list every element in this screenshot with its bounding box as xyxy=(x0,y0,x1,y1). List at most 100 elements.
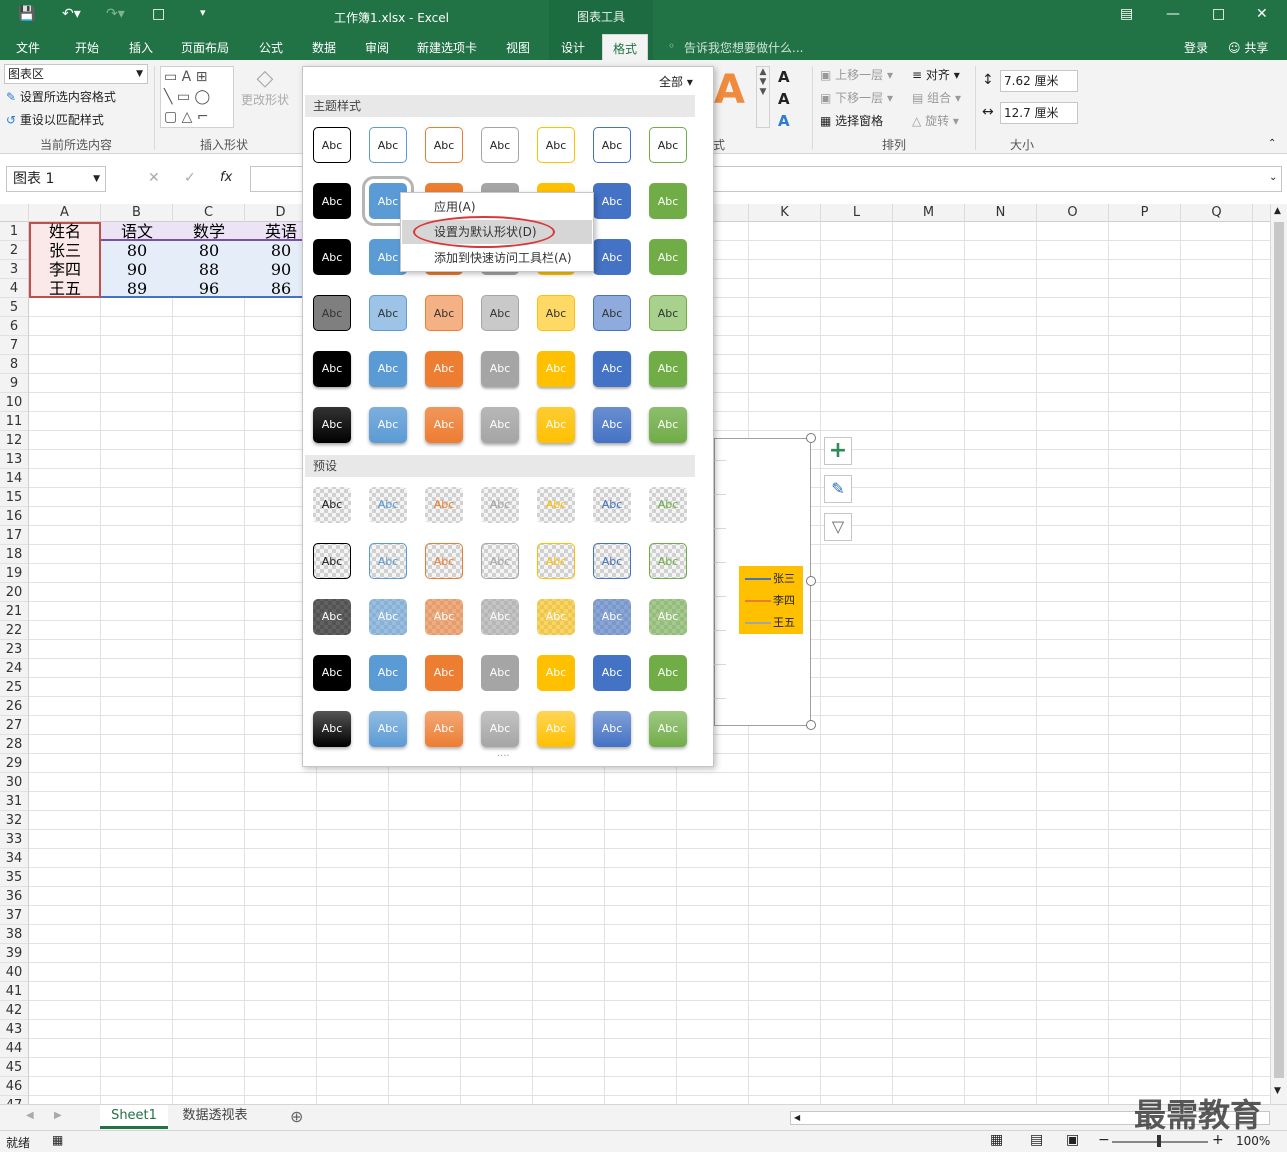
row-header[interactable]: 27 xyxy=(0,716,28,735)
chart-styles-button[interactable]: ✎ xyxy=(824,475,852,503)
row-header[interactable]: 24 xyxy=(0,659,28,678)
save-icon[interactable]: 💾 xyxy=(18,6,35,22)
normal-view-icon[interactable]: ▦ xyxy=(990,1132,1003,1148)
shape-style-swatch[interactable]: Abc xyxy=(593,295,631,331)
row-header[interactable]: 30 xyxy=(0,773,28,792)
shape-style-swatch[interactable]: Abc xyxy=(649,295,687,331)
chart-elements-button[interactable]: + xyxy=(824,437,852,465)
zoom-in-icon[interactable]: + xyxy=(1212,1132,1224,1148)
add-sheet-icon[interactable]: ⊕ xyxy=(290,1107,303,1126)
column-header[interactable]: K xyxy=(749,204,821,222)
shape-style-swatch[interactable]: Abc xyxy=(593,183,631,219)
text-fill-button[interactable]: AAA xyxy=(778,66,790,132)
tab-new[interactable]: 新建选项卡 xyxy=(417,39,477,56)
resize-handle[interactable] xyxy=(806,576,816,586)
tab-review[interactable]: 审阅 xyxy=(365,39,389,56)
row-header[interactable]: 14 xyxy=(0,469,28,488)
row-header[interactable]: 23 xyxy=(0,640,28,659)
shape-style-swatch[interactable]: Abc xyxy=(481,599,519,635)
group-button[interactable]: ▤ 组合 ▾ xyxy=(912,89,961,106)
shape-style-swatch[interactable]: Abc xyxy=(537,127,575,163)
table-cell[interactable]: 张三 xyxy=(29,241,101,260)
page-break-view-icon[interactable]: ▣ xyxy=(1066,1132,1079,1148)
tab-design[interactable]: 设计 xyxy=(561,39,585,56)
row-header[interactable]: 19 xyxy=(0,564,28,583)
tab-format[interactable]: 格式 xyxy=(602,34,649,60)
table-cell[interactable]: 80 xyxy=(101,241,173,260)
row-header[interactable]: 11 xyxy=(0,412,28,431)
column-header[interactable]: M xyxy=(893,204,965,222)
shape-style-swatch[interactable]: Abc xyxy=(593,239,631,275)
chart-legend[interactable]: 张三 李四 王五 xyxy=(739,566,803,634)
row-header[interactable]: 9 xyxy=(0,374,28,393)
column-header[interactable]: N xyxy=(965,204,1037,222)
shape-style-swatch[interactable]: Abc xyxy=(593,127,631,163)
shape-style-swatch[interactable]: Abc xyxy=(369,599,407,635)
tab-insert[interactable]: 插入 xyxy=(129,39,153,56)
shape-style-swatch[interactable]: Abc xyxy=(537,351,575,387)
row-header[interactable]: 26 xyxy=(0,697,28,716)
zoom-slider-thumb[interactable] xyxy=(1157,1135,1161,1147)
column-header[interactable]: Q xyxy=(1181,204,1253,222)
row-header[interactable]: 4 xyxy=(0,279,28,298)
row-header[interactable]: 22 xyxy=(0,621,28,640)
shape-style-swatch[interactable]: Abc xyxy=(369,655,407,691)
shape-style-swatch[interactable]: Abc xyxy=(649,711,687,747)
vertical-scrollbar[interactable]: ▲ ▼ xyxy=(1270,204,1287,1104)
scroll-down-icon[interactable]: ▼ xyxy=(1274,1086,1281,1096)
shape-style-swatch[interactable]: Abc xyxy=(369,127,407,163)
shape-style-swatch[interactable]: Abc xyxy=(313,127,351,163)
row-header[interactable]: 45 xyxy=(0,1058,28,1077)
macro-record-icon[interactable]: ▦ xyxy=(52,1133,63,1147)
row-header[interactable]: 3 xyxy=(0,260,28,279)
zoom-out-icon[interactable]: − xyxy=(1098,1132,1110,1148)
close-icon[interactable]: ✕ xyxy=(1256,6,1268,22)
shape-style-swatch[interactable]: Abc xyxy=(313,487,351,523)
row-header[interactable]: 5 xyxy=(0,298,28,317)
height-field[interactable]: 7.62 厘米 xyxy=(1000,70,1078,92)
shape-style-swatch[interactable]: Abc xyxy=(649,599,687,635)
collapse-ribbon-icon[interactable]: ⌃ xyxy=(1268,138,1276,149)
shape-style-swatch[interactable]: Abc xyxy=(649,487,687,523)
shapes-gallery[interactable]: ▭ A ⊞ ╲ ▭ ◯ ▢ △ ⌐ xyxy=(160,66,234,128)
share-button[interactable]: ☺ 共享 xyxy=(1228,39,1268,56)
shape-style-swatch[interactable]: Abc xyxy=(481,543,519,579)
shape-style-swatch[interactable]: Abc xyxy=(369,711,407,747)
expand-formula-icon[interactable]: ⌄ xyxy=(1269,172,1277,183)
gallery-filter-dropdown[interactable]: 全部 ▾ xyxy=(659,73,693,90)
shape-style-swatch[interactable]: Abc xyxy=(649,407,687,443)
row-header[interactable]: 10 xyxy=(0,393,28,412)
shape-style-swatch[interactable]: Abc xyxy=(649,655,687,691)
scroll-up-icon[interactable]: ▲ xyxy=(1274,206,1281,216)
row-header[interactable]: 31 xyxy=(0,792,28,811)
scroll-left-icon[interactable]: ◀ xyxy=(794,1113,800,1122)
column-header[interactable]: C xyxy=(173,204,245,222)
align-button[interactable]: ≡ 对齐 ▾ xyxy=(912,66,960,83)
row-header[interactable]: 35 xyxy=(0,868,28,887)
shape-style-swatch[interactable]: Abc xyxy=(537,407,575,443)
tab-view[interactable]: 视图 xyxy=(506,39,530,56)
shape-style-swatch[interactable]: Abc xyxy=(425,407,463,443)
row-header[interactable]: 38 xyxy=(0,925,28,944)
shape-style-swatch[interactable]: Abc xyxy=(481,127,519,163)
shape-style-swatch[interactable]: Abc xyxy=(481,407,519,443)
shape-style-swatch[interactable]: Abc xyxy=(481,711,519,747)
shape-style-swatch[interactable]: Abc xyxy=(425,711,463,747)
shape-style-swatch[interactable]: Abc xyxy=(313,407,351,443)
tab-formulas[interactable]: 公式 xyxy=(259,39,283,56)
shape-style-swatch[interactable]: Abc xyxy=(649,183,687,219)
column-header[interactable]: L xyxy=(821,204,893,222)
row-header[interactable]: 32 xyxy=(0,811,28,830)
shape-style-swatch[interactable]: Abc xyxy=(313,711,351,747)
column-header[interactable]: A xyxy=(29,204,101,222)
shape-style-swatch[interactable]: Abc xyxy=(593,655,631,691)
sheet-tab-sheet1[interactable]: Sheet1 xyxy=(100,1105,168,1129)
row-header[interactable]: 7 xyxy=(0,336,28,355)
legend-entry[interactable]: 张三 xyxy=(745,570,795,586)
selection-pane-button[interactable]: ▦ 选择窗格 xyxy=(820,112,883,129)
insert-function-button[interactable]: fx xyxy=(220,170,232,185)
row-header[interactable]: 28 xyxy=(0,735,28,754)
table-cell[interactable]: 王五 xyxy=(29,279,101,298)
row-header[interactable]: 6 xyxy=(0,317,28,336)
shape-style-swatch[interactable]: Abc xyxy=(425,487,463,523)
